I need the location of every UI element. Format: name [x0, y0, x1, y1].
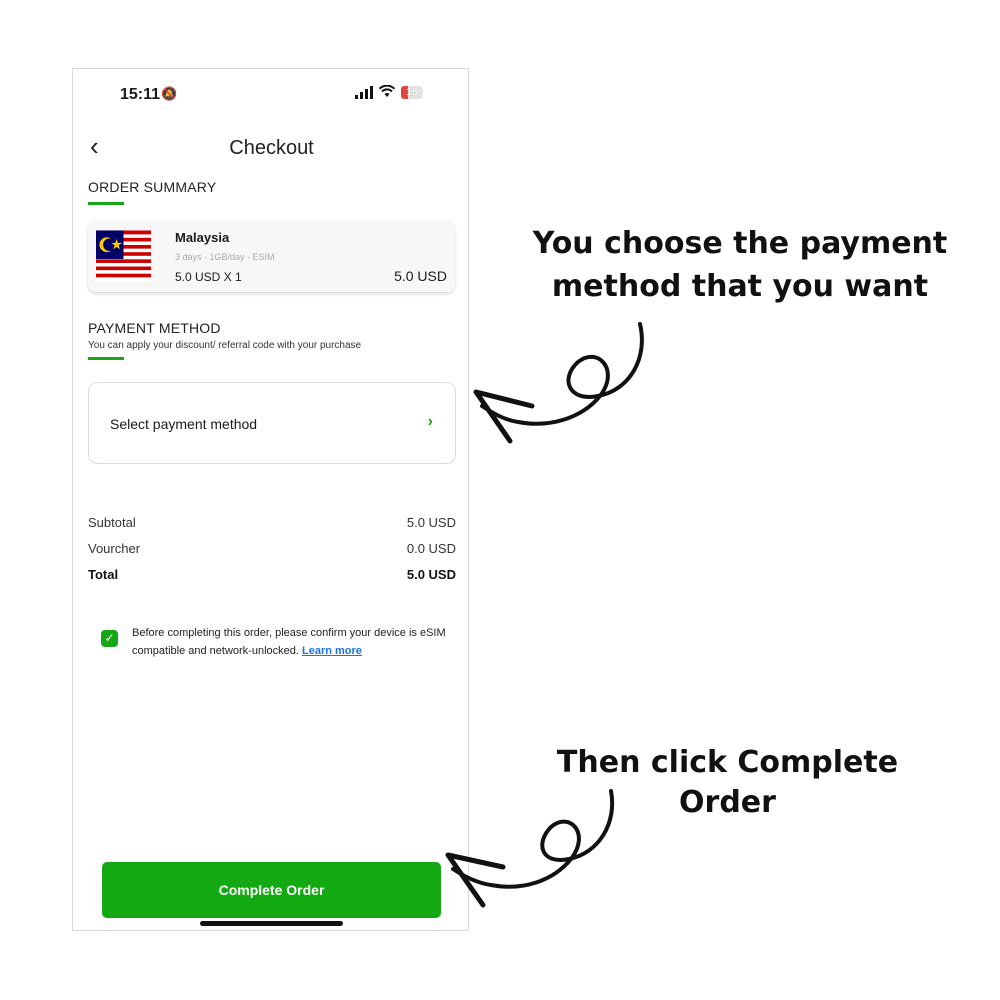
arrow-to-complete-icon	[445, 789, 615, 908]
payment-method-title: PAYMENT METHOD	[88, 320, 221, 336]
confirm-note: Before completing this order, please con…	[132, 624, 457, 660]
select-payment-label: Select payment method	[110, 416, 258, 432]
annotation-choose-payment-line1: You choose the payment	[532, 226, 948, 261]
page-title: Checkout	[229, 137, 314, 159]
home-indicator	[200, 921, 343, 926]
subtotal-value: 5.0 USD	[406, 515, 456, 530]
subtotal-label: Subtotal	[88, 515, 136, 530]
total-label: Total	[88, 567, 119, 582]
payment-method-underline	[88, 357, 124, 360]
item-name: Malaysia	[175, 230, 230, 245]
order-item-card: Malaysia 3 days - 1GB/day - ESIM 5.0 USD…	[88, 220, 455, 292]
arrow-to-payment-icon	[473, 322, 644, 444]
total-value: 5.0 USD	[406, 567, 456, 582]
confirm-checkbox[interactable]: ✓	[101, 630, 118, 647]
confirm-text: Before completing this order, please con…	[132, 627, 446, 657]
learn-more-link[interactable]: Learn more	[302, 645, 362, 657]
annotation-choose-payment-line2: method that you want	[551, 269, 929, 304]
item-price: 5.0 USD	[394, 268, 447, 284]
voucher-value: 0.0 USD	[406, 541, 456, 556]
payment-method-subtitle: You can apply your discount/ referral co…	[88, 340, 362, 351]
item-description: 3 days - 1GB/day - ESIM	[175, 252, 275, 262]
status-time: 15:11	[120, 86, 161, 103]
total-row: Total 5.0 USD	[88, 567, 456, 582]
subtotal-row: Subtotal 5.0 USD	[88, 515, 456, 530]
wifi-icon	[378, 84, 396, 100]
signal-icon	[355, 86, 373, 99]
order-summary-title: ORDER SUMMARY	[88, 179, 217, 195]
order-summary-underline	[88, 202, 124, 205]
item-quantity: 5.0 USD X 1	[175, 270, 242, 284]
annotation-choose-payment: You choose the payment method that you w…	[520, 222, 960, 308]
voucher-label: Vourcher	[88, 541, 141, 556]
chevron-right-icon: ›	[427, 413, 433, 430]
voucher-row: Vourcher 0.0 USD	[88, 541, 456, 556]
status-icons: 18	[355, 84, 423, 100]
complete-order-button[interactable]: Complete Order	[102, 862, 441, 918]
select-payment-method-button[interactable]: Select payment method ›	[88, 382, 456, 464]
muted-bell-icon: 🔕	[161, 86, 178, 101]
phone-screen: 15:11 🔕 18 ‹ Checkout ORDER SUMMARY Mala…	[72, 68, 469, 931]
battery-icon: 18	[401, 86, 423, 99]
malaysia-flag-icon	[96, 230, 151, 282]
